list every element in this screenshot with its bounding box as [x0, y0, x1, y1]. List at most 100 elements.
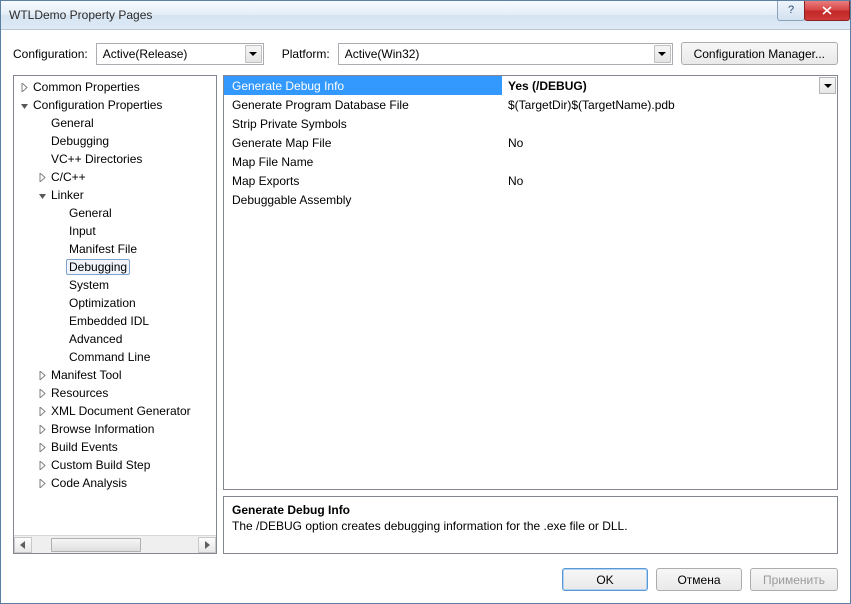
tree-expand-icon[interactable] [36, 425, 48, 434]
tree-item-label: Advanced [66, 332, 125, 346]
tree-item-label: Debugging [66, 259, 130, 275]
tree-expand-icon[interactable] [36, 479, 48, 488]
tree-expand-icon[interactable] [36, 443, 48, 452]
help-button[interactable]: ? [777, 1, 805, 21]
window-title: WTLDemo Property Pages [9, 8, 778, 22]
property-name: Map File Name [224, 152, 502, 171]
tree-item[interactable]: Custom Build Step [14, 456, 216, 474]
tree-item-label: Command Line [66, 350, 153, 364]
configuration-manager-button[interactable]: Configuration Manager... [681, 42, 838, 65]
tree-expand-icon[interactable] [36, 389, 48, 398]
tree-item-label: VC++ Directories [48, 152, 145, 166]
tree-collapse-icon[interactable] [18, 101, 30, 110]
tree-item-label: Embedded IDL [66, 314, 152, 328]
tree-item-label: Common Properties [30, 80, 143, 94]
tree-expand-icon[interactable] [36, 371, 48, 380]
platform-combo[interactable]: Active(Win32) [338, 43, 673, 65]
property-value[interactable] [502, 190, 837, 209]
property-value[interactable]: $(TargetDir)$(TargetName).pdb [502, 95, 837, 114]
property-grid-rows: Generate Debug InfoYes (/DEBUG)Generate … [224, 76, 837, 489]
tree-item[interactable]: Resources [14, 384, 216, 402]
tree-item-label: Debugging [48, 134, 112, 148]
tree-item-label: System [66, 278, 112, 292]
property-name: Generate Program Database File [224, 95, 502, 114]
cancel-button[interactable]: Отмена [656, 568, 742, 591]
tree-item[interactable]: Configuration Properties [14, 96, 216, 114]
tree-item-label: General [48, 116, 97, 130]
property-row[interactable]: Strip Private Symbols [224, 114, 837, 133]
tree-item-label: Manifest File [66, 242, 140, 256]
tree-expand-icon[interactable] [36, 407, 48, 416]
close-button[interactable] [804, 1, 850, 21]
tree-hscrollbar[interactable] [14, 535, 216, 553]
tree-item-label: Custom Build Step [48, 458, 153, 472]
tree-item[interactable]: XML Document Generator [14, 402, 216, 420]
property-row[interactable]: Generate Map FileNo [224, 133, 837, 152]
tree-item[interactable]: Common Properties [14, 78, 216, 96]
tree-item[interactable]: Build Events [14, 438, 216, 456]
property-value[interactable] [502, 152, 837, 171]
scroll-right-button[interactable] [198, 537, 216, 553]
tree-item[interactable]: System [14, 276, 216, 294]
tree-item[interactable]: General [14, 204, 216, 222]
config-toolbar: Configuration: Active(Release) Platform:… [1, 30, 850, 71]
ok-button[interactable]: OK [562, 568, 648, 591]
tree-item[interactable]: Manifest Tool [14, 366, 216, 384]
property-value[interactable]: Yes (/DEBUG) [502, 76, 837, 95]
tree-item-label: Browse Information [48, 422, 157, 436]
close-icon [822, 6, 832, 15]
right-panel: Generate Debug InfoYes (/DEBUG)Generate … [223, 75, 838, 554]
tree-item[interactable]: VC++ Directories [14, 150, 216, 168]
configuration-value: Active(Release) [103, 47, 188, 61]
property-row[interactable]: Generate Debug Info Yes (/DEBUG) [224, 76, 837, 95]
configuration-combo[interactable]: Active(Release) [96, 43, 264, 65]
tree-expand-icon[interactable] [36, 461, 48, 470]
tree-expand-icon[interactable] [36, 173, 48, 182]
property-value[interactable]: No [502, 133, 837, 152]
scroll-thumb[interactable] [51, 538, 141, 552]
scroll-left-button[interactable] [14, 537, 32, 553]
platform-label: Platform: [282, 47, 330, 61]
property-value[interactable]: No [502, 171, 837, 190]
apply-button[interactable]: Применить [750, 568, 838, 591]
titlebar: WTLDemo Property Pages ? [1, 1, 850, 30]
tree-item[interactable]: Input [14, 222, 216, 240]
nav-tree[interactable]: Common Properties Configuration Propertie… [14, 76, 216, 535]
tree-item[interactable]: Optimization [14, 294, 216, 312]
tree-item-label: Optimization [66, 296, 139, 310]
tree-item[interactable]: Linker [14, 186, 216, 204]
property-row[interactable]: Debuggable Assembly [224, 190, 837, 209]
tree-item[interactable]: Embedded IDL [14, 312, 216, 330]
platform-value: Active(Win32) [345, 47, 420, 61]
property-value-text: No [508, 136, 523, 150]
tree-item[interactable]: Manifest File [14, 240, 216, 258]
property-row[interactable]: Map File Name [224, 152, 837, 171]
tree-item-label: General [66, 206, 115, 220]
tree-item[interactable]: Debugging [14, 258, 216, 276]
property-row[interactable]: Map Exports No [224, 171, 837, 190]
property-value-text: Yes (/DEBUG) [508, 79, 587, 93]
tree-item[interactable]: General [14, 114, 216, 132]
tree-item-label: Input [66, 224, 99, 238]
property-value[interactable] [502, 114, 837, 133]
configuration-label: Configuration: [13, 47, 88, 61]
property-dropdown-button[interactable] [819, 77, 836, 94]
tree-item[interactable]: Command Line [14, 348, 216, 366]
tree-item-label: Build Events [48, 440, 121, 454]
tree-item[interactable]: Browse Information [14, 420, 216, 438]
property-row[interactable]: Generate Program Database File$(TargetDi… [224, 95, 837, 114]
tree-item-label: Resources [48, 386, 111, 400]
tree-collapse-icon[interactable] [36, 191, 48, 200]
tree-item[interactable]: Debugging [14, 132, 216, 150]
tree-expand-icon[interactable] [18, 83, 30, 92]
tree-item[interactable]: Advanced [14, 330, 216, 348]
property-name: Map Exports [224, 171, 502, 190]
tree-item[interactable]: Code Analysis [14, 474, 216, 492]
tree-item[interactable]: C/C++ [14, 168, 216, 186]
chevron-down-icon [824, 84, 832, 88]
description-panel: Generate Debug Info The /DEBUG option cr… [223, 496, 838, 554]
scroll-track[interactable] [32, 537, 198, 553]
property-name: Generate Debug Info [224, 76, 502, 95]
window-buttons: ? [778, 1, 850, 21]
property-value-text: No [508, 174, 523, 188]
